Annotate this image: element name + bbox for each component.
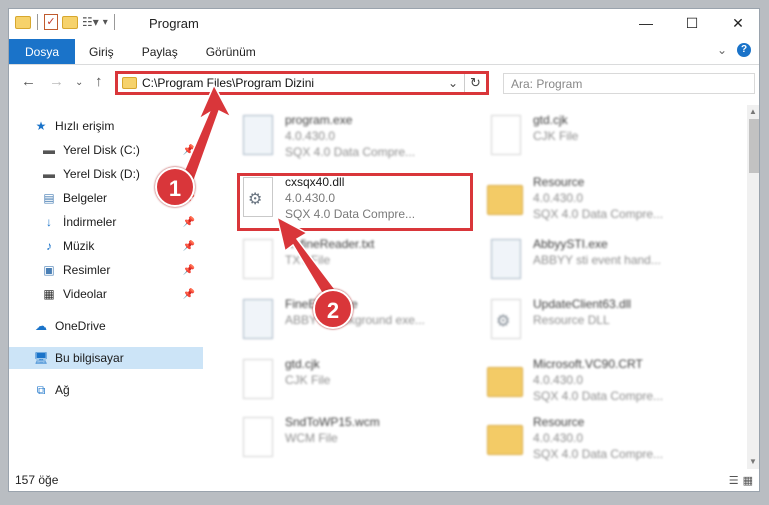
annotation-arrows — [178, 83, 343, 307]
explorer-window: ✓ ☷▾ ▾ Program — ☐ ✕ Dosya Giriş Paylaş … — [8, 8, 760, 492]
callout-1: 1 — [155, 167, 195, 207]
callout-2: 2 — [313, 289, 353, 329]
